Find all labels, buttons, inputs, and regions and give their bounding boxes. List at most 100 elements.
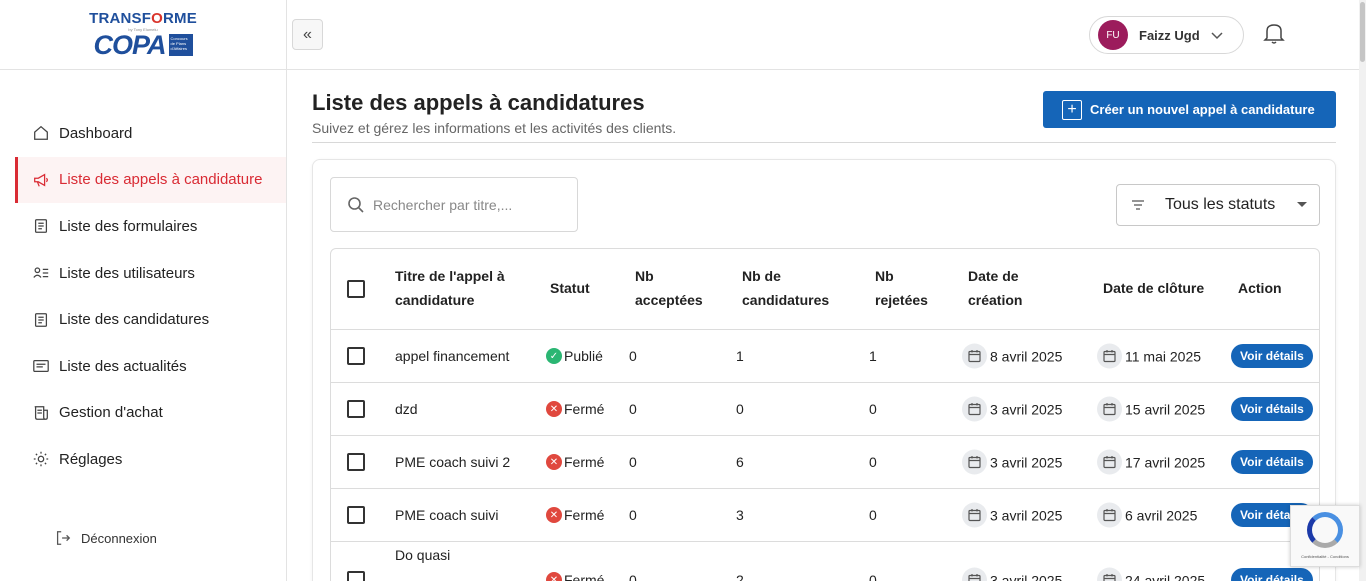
- sidebar-nav: Dashboard Liste des appels à candidature…: [0, 110, 286, 483]
- row-title: Do quasi: [395, 547, 451, 563]
- row-rejected: 1: [869, 348, 877, 364]
- user-menu[interactable]: FU Faizz Ugd: [1089, 16, 1244, 54]
- status-badge: ✕ Fermé: [546, 572, 604, 581]
- row-created: 3 avril 2025: [962, 502, 1062, 528]
- view-details-button[interactable]: Voir détails: [1231, 397, 1313, 421]
- row-checkbox[interactable]: [347, 400, 365, 418]
- row-closing: 24 avril 2025: [1097, 567, 1205, 581]
- sidebar-item-dashboard[interactable]: Dashboard: [0, 110, 286, 157]
- x-circle-icon: ✕: [546, 401, 562, 417]
- page-title: Liste des appels à candidatures: [312, 90, 645, 115]
- sidebar-item-label: Réglages: [59, 450, 123, 468]
- logout-button[interactable]: Déconnexion: [53, 528, 157, 548]
- sidebar-item-actualites[interactable]: Liste des actualités: [0, 343, 286, 390]
- table-row: appel financement ✓ Publié 0 1 1 8 avril …: [331, 330, 1319, 383]
- column-header-accepted: Nb acceptées: [635, 268, 703, 308]
- sidebar-item-utilisateurs[interactable]: Liste des utilisateurs: [0, 250, 286, 297]
- column-header-rejected: Nb rejetées: [875, 268, 928, 308]
- avatar: FU: [1098, 20, 1128, 50]
- caret-down-icon: [1297, 202, 1307, 207]
- row-checkbox[interactable]: [347, 571, 365, 581]
- row-checkbox[interactable]: [347, 347, 365, 365]
- row-closing: 6 avril 2025: [1097, 502, 1197, 528]
- calendar-icon: [1097, 396, 1122, 422]
- sidebar-item-label: Dashboard: [59, 124, 133, 142]
- row-rejected: 0: [869, 572, 877, 581]
- table-row: Do quasi ✕ Fermé 0 2 0 3 avril 2025 24 av…: [331, 542, 1319, 581]
- status-badge: ✓ Publié: [546, 348, 603, 364]
- sidebar-item-label: Liste des formulaires: [59, 217, 198, 235]
- calendar-icon: [1097, 502, 1122, 528]
- document-icon: [31, 310, 51, 330]
- row-candidatures: 3: [736, 507, 744, 523]
- plus-icon: +: [1062, 99, 1082, 120]
- calendar-icon: [1097, 449, 1122, 475]
- row-created: 8 avril 2025: [962, 343, 1062, 369]
- row-created: 3 avril 2025: [962, 396, 1062, 422]
- calendar-icon: [1097, 567, 1122, 581]
- row-closing: 17 avril 2025: [1097, 449, 1205, 475]
- column-header-action: Action: [1238, 280, 1282, 296]
- row-candidatures: 0: [736, 401, 744, 417]
- row-rejected: 0: [869, 507, 877, 523]
- row-checkbox[interactable]: [347, 506, 365, 524]
- status-filter-select[interactable]: Tous les statuts: [1116, 184, 1320, 226]
- sidebar-item-reglages[interactable]: Réglages: [0, 436, 286, 483]
- topbar: « FU Faizz Ugd: [287, 0, 1366, 70]
- logo-copa: COPA: [93, 30, 166, 60]
- sidebar-item-label: Liste des actualités: [59, 357, 187, 375]
- appels-table: Titre de l'appel à candidature Statut Nb a…: [330, 248, 1320, 581]
- view-details-button[interactable]: Voir détails: [1231, 568, 1313, 581]
- chevron-down-icon: [1211, 32, 1223, 40]
- sidebar-item-appels[interactable]: Liste des appels à candidature: [15, 156, 286, 204]
- logo-transforme: TRANSFORME: [89, 10, 197, 27]
- table-header: Titre de l'appel à candidature Statut Nb a…: [331, 249, 1319, 330]
- divider: [312, 142, 1336, 143]
- sidebar-item-formulaires[interactable]: Liste des formulaires: [0, 203, 286, 250]
- sidebar-item-candidatures[interactable]: Liste des candidatures: [0, 296, 286, 343]
- home-icon: [31, 123, 51, 143]
- calendar-icon: [962, 396, 987, 422]
- row-accepted: 0: [629, 572, 637, 581]
- status-filter-value: Tous les statuts: [1165, 196, 1276, 213]
- receipt-icon: [31, 403, 51, 423]
- recaptcha-badge[interactable]: Confidentialité - Conditions: [1290, 505, 1360, 567]
- row-title: dzd: [395, 401, 418, 417]
- create-appel-label: Créer un nouvel appel à candidature: [1090, 102, 1315, 117]
- sidebar: TRANSFORME by Tony Elumelu COPA Concours…: [0, 0, 287, 581]
- row-rejected: 0: [869, 454, 877, 470]
- table-row: dzd ✕ Fermé 0 0 0 3 avril 2025 15 avril 2…: [331, 383, 1319, 436]
- row-closing: 15 avril 2025: [1097, 396, 1205, 422]
- create-appel-button[interactable]: + Créer un nouvel appel à candidature: [1043, 91, 1336, 128]
- column-header-title: Titre de l'appel à candidature: [395, 268, 505, 308]
- row-accepted: 0: [629, 507, 637, 523]
- news-icon: [31, 356, 51, 376]
- bell-icon[interactable]: [1261, 20, 1287, 46]
- logo[interactable]: TRANSFORME by Tony Elumelu COPA Concours…: [0, 0, 286, 70]
- row-accepted: 0: [629, 454, 637, 470]
- row-title: PME coach suivi 2: [395, 454, 511, 470]
- double-chevron-left-icon: «: [303, 25, 312, 43]
- row-created: 3 avril 2025: [962, 567, 1062, 581]
- column-header-created: Date de création: [968, 268, 1023, 308]
- page-scrollbar[interactable]: [1359, 0, 1366, 581]
- view-details-button[interactable]: Voir détails: [1231, 344, 1313, 368]
- sidebar-item-achat[interactable]: Gestion d'achat: [0, 390, 286, 437]
- megaphone-icon: [31, 170, 51, 190]
- view-details-button[interactable]: Voir détails: [1231, 450, 1313, 474]
- users-icon: [31, 263, 51, 283]
- collapse-sidebar-button[interactable]: «: [292, 19, 323, 50]
- sidebar-item-label: Liste des utilisateurs: [59, 264, 195, 282]
- row-rejected: 0: [869, 401, 877, 417]
- list-card: Rechercher par titre,... Tous les statut…: [312, 159, 1336, 581]
- search-input[interactable]: Rechercher par titre,...: [330, 177, 578, 232]
- row-created: 3 avril 2025: [962, 449, 1062, 475]
- x-circle-icon: ✕: [546, 507, 562, 523]
- row-accepted: 0: [629, 348, 637, 364]
- row-title: appel financement: [395, 348, 510, 364]
- row-checkbox[interactable]: [347, 453, 365, 471]
- select-all-checkbox[interactable]: [347, 280, 365, 298]
- column-header-closing: Date de clôture: [1103, 280, 1205, 296]
- logout-label: Déconnexion: [81, 530, 157, 546]
- table-row: PME coach suivi ✕ Fermé 0 3 0 3 avril 202…: [331, 489, 1319, 542]
